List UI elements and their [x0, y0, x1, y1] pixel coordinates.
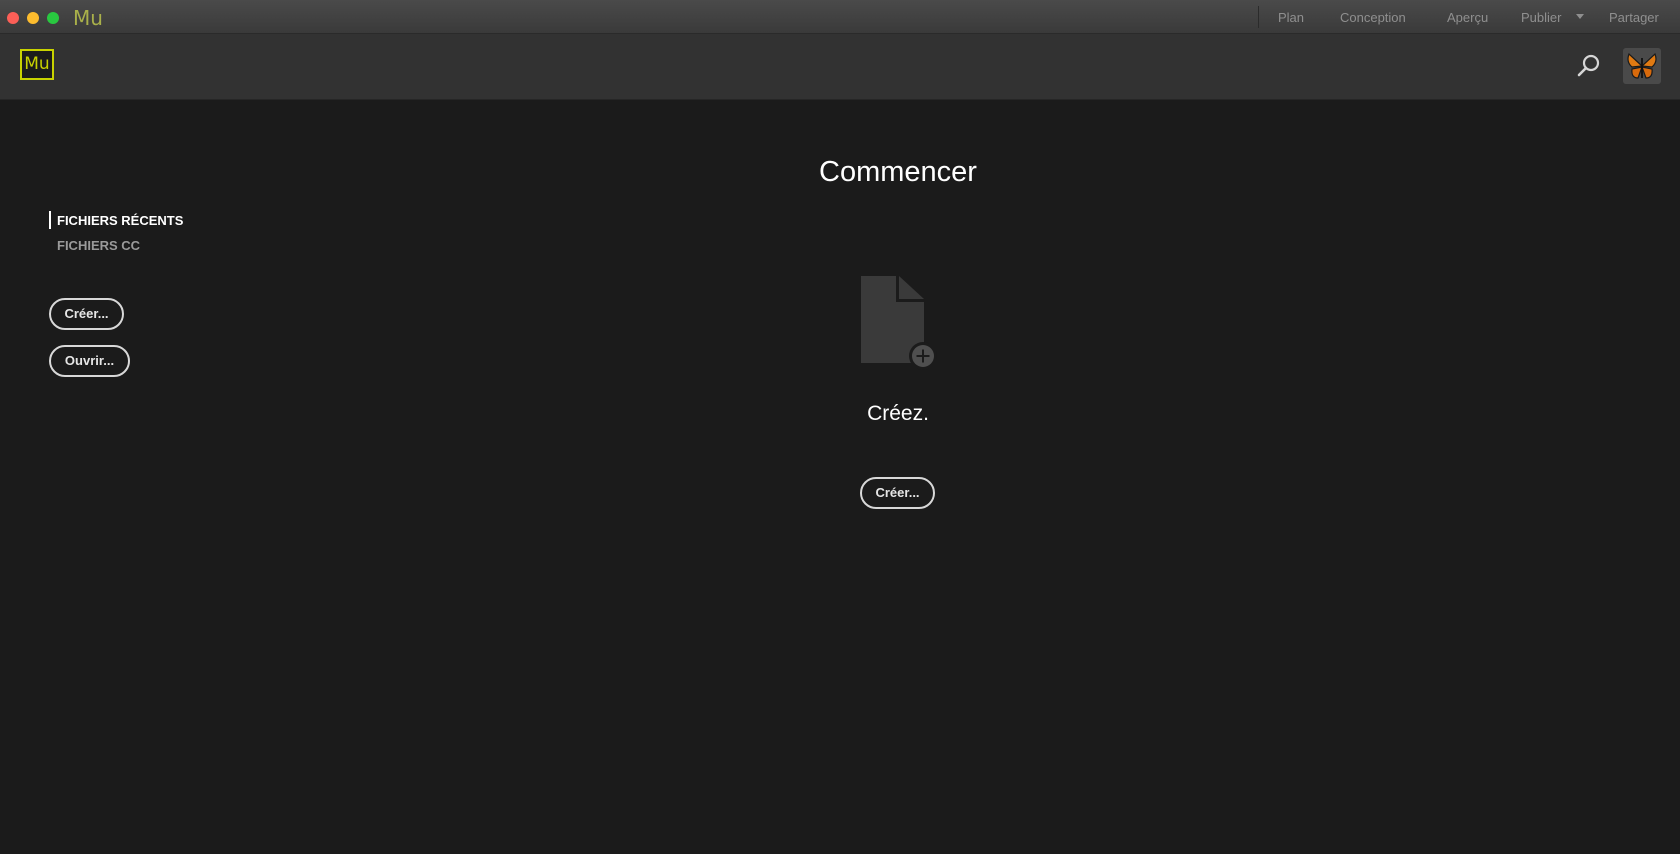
mode-partager[interactable]: Partager — [1609, 10, 1659, 25]
user-avatar[interactable] — [1623, 48, 1661, 84]
sidebar-create-button[interactable]: Créer... — [49, 298, 124, 330]
close-window-button[interactable] — [7, 12, 19, 24]
new-document-icon — [861, 276, 937, 370]
muse-logo: Mu — [20, 49, 54, 80]
maximize-window-button[interactable] — [47, 12, 59, 24]
sidebar-open-button[interactable]: Ouvrir... — [49, 345, 130, 377]
tab-recent-files[interactable]: FICHIERS RÉCENTS — [57, 213, 183, 228]
create-prompt: Créez. — [867, 402, 929, 425]
app-header: Mu — [0, 34, 1680, 100]
window-titlebar: Mu Plan Conception Aperçu Publier Partag… — [0, 0, 1680, 34]
search-icon[interactable] — [1576, 53, 1602, 79]
mode-conception[interactable]: Conception — [1340, 10, 1406, 25]
mode-plan[interactable]: Plan — [1278, 10, 1304, 25]
mode-apercu[interactable]: Aperçu — [1447, 10, 1488, 25]
tab-cc-files[interactable]: FICHIERS CC — [57, 238, 140, 253]
app-name: Mu — [73, 6, 103, 30]
main-create-button[interactable]: Créer... — [860, 477, 935, 509]
active-tab-marker — [49, 211, 51, 229]
publish-dropdown-icon[interactable] — [1576, 14, 1584, 19]
page-title: Commencer — [819, 156, 977, 188]
butterfly-avatar — [1623, 48, 1661, 84]
minimize-window-button[interactable] — [27, 12, 39, 24]
mode-divider — [1258, 6, 1259, 28]
mode-publier[interactable]: Publier — [1521, 10, 1561, 25]
